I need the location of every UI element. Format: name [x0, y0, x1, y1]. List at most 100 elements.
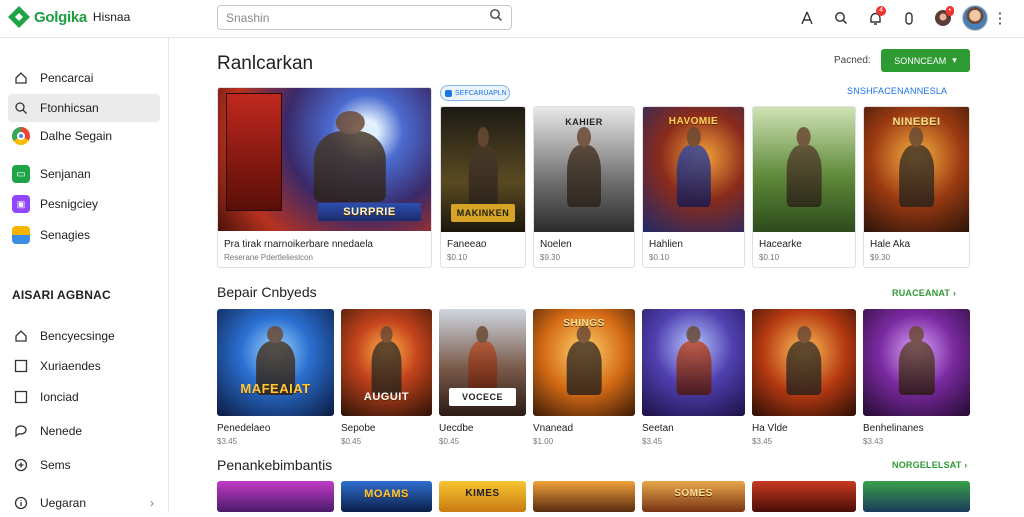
game-tile[interactable]	[752, 309, 856, 416]
game-tile[interactable]	[217, 481, 334, 512]
logo[interactable]: Golgika Hisnaa	[8, 6, 130, 28]
game-card[interactable]: NINEBEI Hale Aka $9.30	[863, 106, 970, 268]
top-header: Golgika Hisnaa 4 • ⋮	[0, 0, 1024, 38]
sidebar-item-library[interactable]: Senagies	[8, 221, 160, 249]
notification-badge: 4	[876, 6, 886, 16]
sidebar: Pencarcai Ftonhicsan Dalhe Segain ▭ Senj…	[0, 38, 169, 512]
profile-badge: •	[945, 6, 954, 16]
tile-price: $0.45	[439, 437, 460, 446]
sidebar-item-wishlist[interactable]: Xuriaendes	[8, 352, 160, 380]
checkbox-icon	[12, 388, 30, 406]
pill-icon	[445, 89, 452, 97]
sidebar-item-label: Ionciad	[40, 390, 79, 404]
plus-circle-icon	[12, 456, 30, 474]
featured-card[interactable]: SURPRIE Pra tirak rnarnoikerbare nnedael…	[217, 87, 432, 268]
tile-title: Uecdbe	[439, 423, 474, 434]
game-tile[interactable]: AUGUIT	[341, 309, 432, 416]
sidebar-item-help[interactable]: Uegaran ›	[8, 489, 160, 517]
tile-price: $0.45	[341, 437, 362, 446]
box-art	[226, 93, 282, 211]
game-tile[interactable]: MOAMS	[341, 481, 432, 512]
sidebar-item-messages[interactable]: Nenede	[8, 417, 160, 445]
sidebar-item-browser[interactable]: Dalhe Segain	[8, 122, 160, 150]
chat-icon	[12, 422, 30, 440]
sidebar-item-streams[interactable]: ▣ Pesnigciey	[8, 190, 160, 218]
game-tile[interactable]: SHINGS	[533, 309, 635, 416]
filter-button-label: SONNCEAM	[894, 55, 947, 66]
main-content: Ranlcarkan Pacned: SONNCEAM ▾ SEFCARUAPL…	[170, 38, 1024, 512]
row-link-label: NORGELELSAT	[892, 460, 962, 470]
game-card[interactable]: MAKINKEN Faneeao $0.10	[440, 106, 526, 268]
bell-icon[interactable]: 4	[858, 5, 892, 31]
card-price: $0.10	[649, 253, 670, 262]
game-tile[interactable]	[863, 481, 970, 512]
tile-title: Benhelinanes	[863, 423, 924, 434]
game-tile[interactable]	[642, 309, 745, 416]
search-icon	[12, 99, 30, 117]
game-figure	[675, 326, 712, 395]
game-card[interactable]: Hacearke $0.10	[752, 106, 856, 268]
row-title: Bepair Cnbyeds	[217, 284, 317, 300]
game-tile[interactable]: MAFEAIAT	[217, 309, 334, 416]
sidebar-item-add[interactable]: Sems	[8, 451, 160, 479]
sidebar-item-search[interactable]: Ftonhicsan	[8, 94, 160, 122]
game-card[interactable]: HAVOMIE Hahlien $0.10	[642, 106, 745, 268]
art-title: SOMES	[674, 488, 713, 499]
tile-price: $3.45	[752, 437, 773, 446]
search-icon[interactable]	[824, 5, 858, 31]
tile-title: Ha Vlde	[752, 423, 788, 434]
card-title: Hahlien	[649, 239, 683, 250]
art-title: AUGUIT	[363, 391, 410, 403]
more-icon[interactable]: ⋮	[990, 5, 1010, 31]
sidebar-item-home[interactable]: Pencarcai	[8, 64, 160, 92]
row-see-all-link[interactable]: RUACEANAT ›	[892, 288, 956, 298]
folder-icon	[12, 226, 30, 244]
game-tile[interactable]	[863, 309, 970, 416]
game-art	[753, 107, 855, 232]
avatar-button[interactable]	[960, 5, 990, 31]
card-title: Pra tirak rnarnoikerbare nnedaela	[224, 239, 373, 250]
game-tile[interactable]: KIMES	[439, 481, 526, 512]
filter-dropdown-button[interactable]: SONNCEAM ▾	[881, 49, 970, 72]
sidebar-item-overview[interactable]: Bencyecsinge	[8, 322, 160, 350]
game-card[interactable]: KAHIER Noelen $9.30	[533, 106, 635, 268]
card-title: Noelen	[540, 239, 572, 250]
user-icon[interactable]	[790, 5, 824, 31]
game-art: HAVOMIE	[643, 107, 744, 232]
info-icon	[12, 494, 30, 512]
profile-icon[interactable]: •	[926, 5, 960, 31]
sidebar-item-label: Sems	[40, 458, 71, 472]
sidebar-item-games[interactable]: ▭ Senjanan	[8, 160, 160, 188]
row-see-all-link[interactable]: NORGELELSAT ›	[892, 460, 967, 470]
tile-title: Vnanead	[533, 423, 574, 434]
avatar	[962, 5, 988, 31]
art-title: MOAMS	[364, 488, 409, 500]
logo-subtitle: Hisnaa	[92, 10, 131, 24]
header-actions: 4 • ⋮	[790, 5, 1010, 31]
featured-pill[interactable]: SEFCARUAPLN	[440, 85, 510, 101]
search-icon[interactable]	[489, 8, 503, 27]
chrome-icon	[12, 127, 30, 145]
game-figure	[898, 326, 935, 395]
game-figure	[786, 326, 822, 395]
art-title: KIMES	[465, 488, 500, 499]
see-all-link[interactable]: SNSHFACENANNESLA	[847, 86, 947, 96]
game-tile[interactable]: VOCECE	[439, 309, 526, 416]
power-icon[interactable]	[892, 5, 926, 31]
game-figure	[567, 127, 601, 207]
card-title: Faneeao	[447, 239, 487, 250]
game-figure	[566, 326, 602, 395]
art-title: MAKINKEN	[451, 204, 515, 222]
game-tile[interactable]: SOMES	[642, 481, 745, 512]
pill-label: SEFCARUAPLN	[455, 89, 507, 97]
search-input[interactable]	[226, 10, 489, 25]
row-title: Penankebimbantis	[217, 457, 333, 473]
game-tile[interactable]	[533, 481, 635, 512]
search-bar[interactable]	[217, 5, 512, 30]
sidebar-item-purchases[interactable]: Ionciad	[8, 383, 160, 411]
chevron-right-icon[interactable]: ›	[150, 496, 154, 510]
controller-icon: ▭	[12, 165, 30, 183]
art-title: VOCECE	[449, 388, 516, 406]
checkbox-icon	[12, 357, 30, 375]
game-tile[interactable]	[752, 481, 856, 512]
